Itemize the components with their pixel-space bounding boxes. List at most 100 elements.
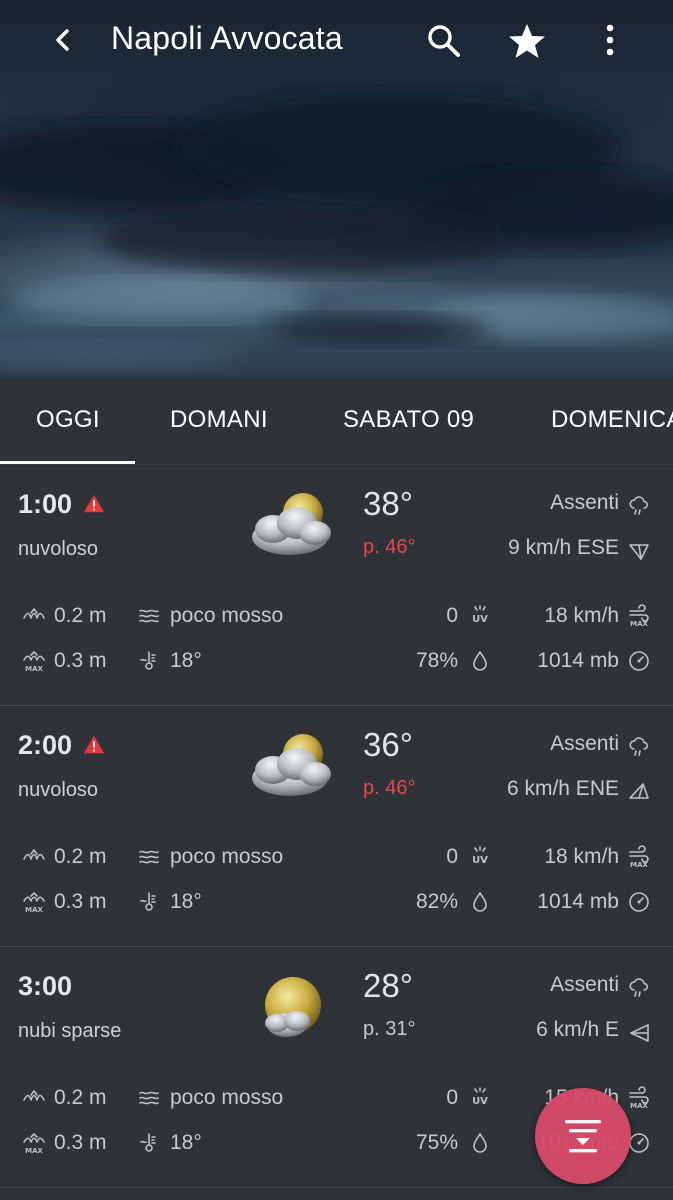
- water-temperature-icon: [140, 892, 156, 911]
- wind-gust-icon: MAX: [629, 845, 649, 869]
- header-background-image: Napoli Avvocata: [0, 0, 673, 378]
- wind-direction-ene-icon: [629, 783, 649, 799]
- water-temperature-icon: [140, 1133, 156, 1152]
- water-temperature-icon: [140, 651, 156, 670]
- hour-time: 1:00: [18, 489, 73, 519]
- precipitation-icon: [629, 496, 648, 515]
- wave-height-icon: [23, 608, 45, 619]
- wind-gust-icon: MAX: [629, 1086, 649, 1110]
- search-icon[interactable]: [425, 22, 463, 60]
- wave-height-value: 0.2 m: [54, 1086, 107, 1109]
- wave-height-value: 0.2 m: [54, 845, 107, 868]
- max-wave-height-value: 0.3 m: [54, 890, 107, 913]
- svg-text:MAX: MAX: [630, 620, 648, 628]
- weather-condition: nuvoloso: [18, 538, 99, 560]
- pressure-value: 1014 mb: [537, 649, 619, 672]
- filter-list-icon: [565, 1120, 601, 1153]
- precipitation-value: Assenti: [550, 732, 619, 755]
- uv-index-value: 0: [446, 1086, 458, 1109]
- back-arrow-icon[interactable]: [48, 22, 78, 58]
- marine-details-line-2: MAX 0.3 m 18° 82% 1014 mb: [0, 888, 673, 918]
- water-temperature-value: 18°: [170, 1131, 202, 1154]
- wind-value: 6 km/h ENE: [506, 777, 619, 800]
- temperature: 38°: [363, 485, 413, 522]
- top-app-bar: Napoli Avvocata: [0, 0, 673, 82]
- hour-time: 3:00: [18, 971, 73, 1001]
- humidity-value: 82%: [415, 890, 458, 913]
- wave-height-value: 0.2 m: [54, 604, 107, 627]
- temperature: 36°: [363, 726, 413, 763]
- tab-sabato[interactable]: SABATO 09: [343, 406, 474, 434]
- precipitation-icon: [629, 737, 648, 756]
- marine-details-line-2: MAX 0.3 m 18° 78% 1014 mb: [0, 647, 673, 677]
- humidity-drop-icon: [473, 1133, 487, 1153]
- marine-details-line-1: 0.2 m poco mosso 0 UV 18 km/h MAX: [0, 843, 673, 873]
- hour-time: 2:00: [18, 730, 73, 760]
- uv-index-icon: UV: [472, 846, 488, 866]
- uv-index-value: 0: [446, 604, 458, 627]
- svg-text:UV: UV: [472, 1096, 488, 1107]
- wind-value: 9 km/h ESE: [508, 536, 619, 559]
- svg-text:MAX: MAX: [25, 906, 43, 914]
- sea-state-icon: [139, 850, 159, 864]
- pressure-gauge-icon: [629, 892, 649, 912]
- warning-alert-icon: [83, 735, 105, 754]
- partly-cloudy-icon: [265, 977, 321, 1037]
- sea-state-icon: [139, 1091, 159, 1105]
- max-wave-height-value: 0.3 m: [54, 649, 107, 672]
- water-temperature-value: 18°: [170, 890, 202, 913]
- tab-domani[interactable]: DOMANI: [170, 406, 268, 434]
- warning-alert-icon: [83, 494, 105, 513]
- humidity-drop-icon: [473, 892, 487, 912]
- more-options-icon[interactable]: [596, 22, 624, 60]
- max-wave-height-icon: MAX: [23, 1133, 45, 1155]
- uv-index-value: 0: [446, 845, 458, 868]
- humidity-drop-icon: [473, 651, 487, 671]
- sea-state-value: poco mosso: [170, 1086, 284, 1109]
- tab-domenica[interactable]: DOMENICA: [551, 406, 673, 434]
- svg-text:MAX: MAX: [630, 861, 648, 869]
- weather-condition: nubi sparse: [18, 1020, 122, 1042]
- hourly-row[interactable]: 2:00 nuvoloso 36° p. 46° Assenti 6 km/h ENE 0.…: [0, 706, 673, 947]
- max-wave-height-icon: MAX: [23, 892, 45, 914]
- svg-text:MAX: MAX: [25, 1147, 43, 1155]
- sea-state-icon: [139, 609, 159, 623]
- wind-direction-e-icon: [630, 1024, 649, 1042]
- cloudy-sun-icon: [252, 493, 331, 555]
- marine-details-line-1: 0.2 m poco mosso 0 UV 18 km/h MAX: [0, 602, 673, 632]
- perceived-temperature: p. 46°: [363, 536, 416, 558]
- wind-direction-ese-icon: [629, 544, 649, 560]
- perceived-temperature: p. 46°: [363, 777, 416, 799]
- page-title: Napoli Avvocata: [111, 20, 343, 56]
- water-temperature-value: 18°: [170, 649, 202, 672]
- sea-state-value: poco mosso: [170, 845, 284, 868]
- wind-gust-icon: MAX: [629, 604, 649, 628]
- pressure-gauge-icon: [629, 651, 649, 671]
- day-tabs: OGGI DOMANI SABATO 09 DOMENICA: [0, 378, 673, 464]
- precipitation-value: Assenti: [550, 491, 619, 514]
- max-wave-height-icon: MAX: [23, 651, 45, 673]
- humidity-value: 75%: [415, 1131, 458, 1154]
- precipitation-icon: [629, 978, 648, 997]
- favorite-star-icon[interactable]: [507, 21, 547, 61]
- svg-text:UV: UV: [472, 855, 488, 866]
- wind-gust-value: 18 km/h: [544, 845, 619, 868]
- wind-value: 6 km/h E: [536, 1018, 619, 1041]
- weather-condition: nuvoloso: [18, 779, 99, 801]
- temperature: 28°: [363, 967, 413, 1004]
- uv-index-icon: UV: [472, 605, 488, 625]
- precipitation-value: Assenti: [550, 973, 619, 996]
- perceived-temperature: p. 31°: [363, 1018, 416, 1040]
- tab-oggi[interactable]: OGGI: [36, 406, 100, 434]
- svg-text:MAX: MAX: [630, 1102, 648, 1110]
- wind-gust-value: 18 km/h: [544, 604, 619, 627]
- svg-text:MAX: MAX: [25, 665, 43, 673]
- humidity-value: 78%: [415, 649, 458, 672]
- filter-fab-button[interactable]: [535, 1088, 631, 1184]
- sea-state-value: poco mosso: [170, 604, 284, 627]
- wave-height-icon: [23, 849, 45, 860]
- max-wave-height-value: 0.3 m: [54, 1131, 107, 1154]
- hourly-row[interactable]: 1:00 nuvoloso 38° p. 46° Assenti 9 km/h ESE 0.…: [0, 465, 673, 706]
- cloudy-sun-icon: [252, 734, 331, 796]
- svg-text:UV: UV: [472, 614, 488, 625]
